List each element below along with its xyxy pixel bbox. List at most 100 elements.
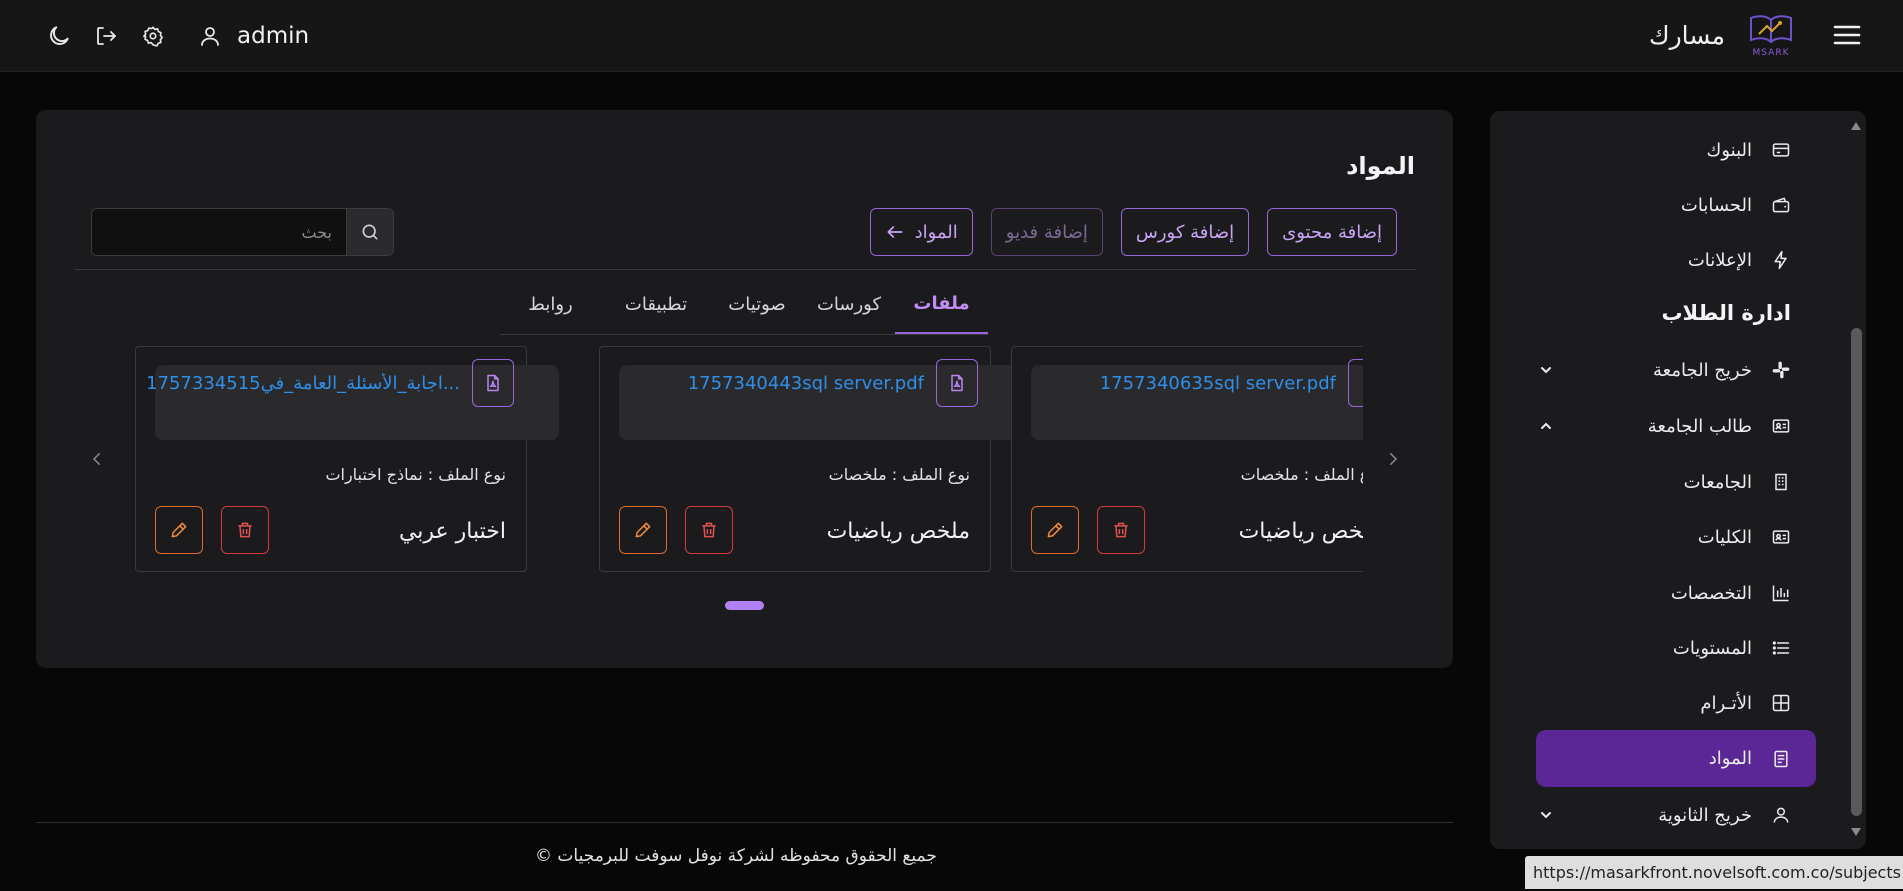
toolbar-actions: إضافة محتوى إضافة كورس إضافة فديو المواد [869,208,1397,256]
sidebar-item-banks[interactable]: البنوك [1536,125,1816,175]
brand-area: مسارك MSARK [1649,12,1863,58]
sidebar-item-universities[interactable]: الجامعات [1536,457,1816,507]
credit-card-icon [1770,139,1792,161]
id-card-icon [1770,415,1792,437]
list-icon [1770,637,1792,659]
file-link[interactable]: 1757340443sql server.pdf [688,373,924,394]
bolt-icon [1770,249,1792,271]
edit-icon[interactable] [155,506,203,554]
trash-icon[interactable] [221,506,269,554]
sidebar-group-university-student[interactable]: طالب الجامعة [1536,401,1816,451]
moon-icon[interactable] [44,21,74,51]
sidebar-item-label: الأتـرام [1700,692,1752,714]
sidebar-item-levels[interactable]: المستويات [1536,623,1816,673]
chevron-down-icon [1536,360,1556,380]
sidebar-item-label: الجامعات [1683,471,1752,493]
sidebar-item-label: الحسابات [1680,194,1752,216]
file-card: 1757334515اجابة_الأسئلة_العامة_في... نوع… [135,346,559,572]
sidebar-item-label: المواد [1708,748,1752,769]
file-card: 1757340443sql server.pdf نوع الملف : ملخ… [599,346,1023,572]
chevron-down-icon [1536,805,1556,825]
gear-icon[interactable] [138,21,168,51]
sidebar-item-label: خريج الثانوية [1658,804,1752,826]
pdf-file-icon[interactable] [1348,359,1363,407]
logout-icon[interactable] [91,21,121,51]
user-icon [1770,804,1792,826]
sidebar-item-label: الكليات [1697,526,1752,548]
pdf-file-icon[interactable] [472,359,514,407]
grid-icon [1770,692,1792,714]
chevron-up-icon [1536,416,1556,436]
card-title: اختبار عربي [398,519,506,544]
file-type: نوع الملف : نماذج اختبارات [325,465,506,484]
sidebar-group-university-graduate[interactable]: خريج الجامعة [1536,345,1816,395]
sidebar-item-terms[interactable]: الأتـرام [1536,678,1816,728]
sidebar-item-label: طالب الجامعة [1647,415,1752,437]
edit-icon[interactable] [1031,506,1079,554]
carousel-indicator[interactable] [725,601,764,610]
add-content-button[interactable]: إضافة محتوى [1267,208,1397,256]
section-heading-students: ادارة الطلاب [1661,301,1791,325]
button-label: المواد [914,221,958,243]
slack-icon [1770,359,1792,381]
tab-apps[interactable]: تطبيقات [601,275,711,334]
bar-chart-icon [1770,582,1792,604]
sidebar-item-label: التخصصات [1670,582,1752,604]
menu-icon[interactable] [1831,19,1863,51]
status-bar-url: https://masarkfront.novelsoft.com.co/sub… [1525,856,1903,889]
page-title: المواد [1346,152,1415,180]
file-link[interactable]: 1757334515اجابة_الأسئلة_العامة_في... [146,373,460,394]
scroll-down-icon[interactable] [1850,826,1862,838]
sidebar-item-label: الإعلانات [1687,249,1752,271]
main-content-card: المواد إضافة محتوى إضافة كورس إضافة فديو… [36,110,1453,668]
sidebar-item-subjects[interactable]: المواد [1536,730,1816,787]
scroll-up-icon[interactable] [1850,120,1862,132]
edit-icon[interactable] [619,506,667,554]
file-type: نوع الملف : ملخصات [828,465,970,484]
brand-name: مسارك [1649,20,1725,50]
tab-courses[interactable]: كورسات [803,275,895,334]
sidebar-item-label: المستويات [1672,637,1752,659]
search-box [91,208,394,256]
logo-text: MSARK [1752,48,1790,58]
carousel-prev-icon[interactable] [84,446,110,472]
sidebar-item-label: البنوك [1706,139,1752,161]
sidebar-item-colleges[interactable]: الكليات [1536,512,1816,562]
tab-links[interactable]: روابط [500,275,601,334]
tab-files[interactable]: ملفات [895,275,988,334]
id-card-icon [1770,526,1792,548]
file-type: نوع الملف : ملخصات [1240,465,1363,484]
carousel-next-icon[interactable] [1380,446,1406,472]
file-link[interactable]: 1757340635sql server.pdf [1100,373,1336,394]
subjects-back-button[interactable]: المواد [869,208,973,256]
add-video-button[interactable]: إضافة فديو [990,208,1103,256]
sidebar: البنوك الحسابات الإعلانات ادارة الطلاب خ… [1490,111,1866,849]
trash-icon[interactable] [685,506,733,554]
sidebar-item-accounts[interactable]: الحسابات [1536,180,1816,230]
sidebar-group-highschool-graduate[interactable]: خريج الثانوية [1536,790,1816,840]
pdf-file-icon[interactable] [936,359,978,407]
user-menu[interactable]: admin [195,21,309,51]
footer-divider [36,822,1453,823]
sidebar-item-specializations[interactable]: التخصصات [1536,568,1816,618]
scrollbar-thumb[interactable] [1851,328,1862,816]
top-bar: admin مسارك MSARK [0,0,1903,72]
wallet-icon [1770,194,1792,216]
tab-audio[interactable]: صوتيات [711,275,803,334]
sidebar-item-label: خريج الجامعة [1653,359,1752,381]
book-icon [1770,748,1792,770]
trash-icon[interactable] [1097,506,1145,554]
topbar-actions: admin [44,18,309,54]
divider [74,269,1416,270]
add-course-button[interactable]: إضافة كورس [1120,208,1250,256]
card-title: ملخص رياضيات [826,519,970,544]
user-icon [195,21,225,51]
footer-copyright: جميع الحقوق محفوظه لشركة نوفل سوفت للبرم… [535,846,937,866]
arrow-left-icon [885,222,905,242]
search-input[interactable] [92,209,346,255]
building-icon [1770,471,1792,493]
username: admin [237,23,310,49]
search-icon[interactable] [346,209,393,255]
sidebar-scrollbar[interactable] [1848,114,1864,846]
sidebar-item-ads[interactable]: الإعلانات [1536,235,1816,285]
